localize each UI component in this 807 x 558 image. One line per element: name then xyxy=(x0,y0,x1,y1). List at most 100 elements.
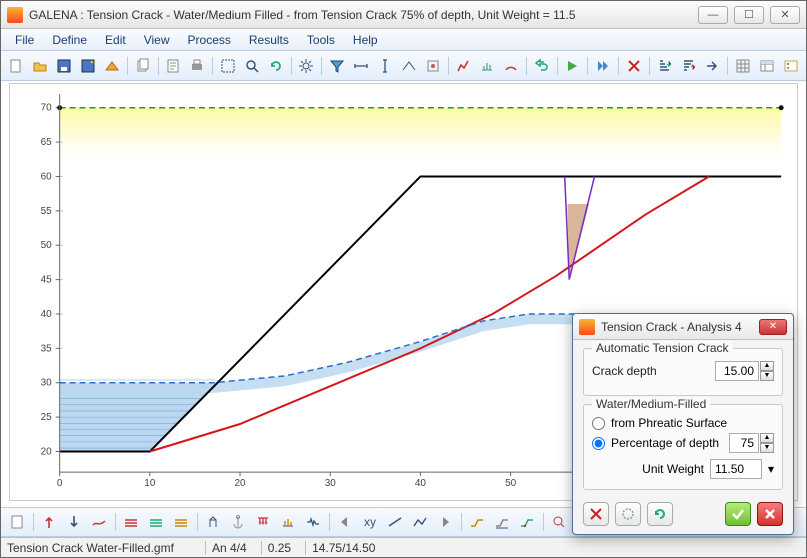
crack-depth-spinner: ▲ ▼ xyxy=(760,361,774,381)
line-multi-icon[interactable] xyxy=(408,510,432,534)
sort-asc-icon[interactable] xyxy=(653,54,676,78)
profile3-icon[interactable] xyxy=(515,510,539,534)
close-button[interactable]: ✕ xyxy=(770,6,800,24)
zoom-icon[interactable] xyxy=(240,54,263,78)
auto-tension-legend: Automatic Tension Crack xyxy=(592,341,733,355)
menu-results[interactable]: Results xyxy=(241,31,297,49)
vdist-icon[interactable] xyxy=(373,54,396,78)
dialog-cancel-button[interactable] xyxy=(757,502,783,526)
report-icon[interactable] xyxy=(162,54,185,78)
svg-text:70: 70 xyxy=(41,103,53,114)
radio-phreatic[interactable] xyxy=(592,417,605,430)
settings-icon[interactable] xyxy=(295,54,318,78)
main-toolbar xyxy=(1,51,806,81)
tc-icon[interactable] xyxy=(201,510,225,534)
que-icon[interactable] xyxy=(276,510,300,534)
profile1-icon[interactable] xyxy=(465,510,489,534)
toolbar-separator xyxy=(326,510,332,534)
status-filename: Tension Crack Water-Filled.gmf xyxy=(7,541,197,555)
toolbar-separator xyxy=(725,54,731,78)
radio-percentage-label: Percentage of depth xyxy=(611,436,723,450)
toolbar-separator xyxy=(30,510,36,534)
crack-depth-label: Crack depth xyxy=(592,364,715,378)
refresh-icon[interactable] xyxy=(264,54,287,78)
arrow-down-blue-icon[interactable] xyxy=(62,510,86,534)
anchor-icon[interactable] xyxy=(226,510,250,534)
print-icon[interactable] xyxy=(186,54,209,78)
load-icon[interactable] xyxy=(251,510,275,534)
undo-icon[interactable] xyxy=(530,54,553,78)
layers3-icon[interactable] xyxy=(169,510,193,534)
unit-weight-label: Unit Weight xyxy=(642,462,704,476)
dialog-delete-button[interactable] xyxy=(583,502,609,526)
layers2-icon[interactable] xyxy=(144,510,168,534)
menu-tools[interactable]: Tools xyxy=(299,31,343,49)
svg-text:30: 30 xyxy=(41,378,53,389)
hdist-icon[interactable] xyxy=(350,54,373,78)
earthquake-icon[interactable] xyxy=(301,510,325,534)
toggle2-icon[interactable] xyxy=(421,54,444,78)
dialog-close-button[interactable]: ✕ xyxy=(759,319,787,335)
menu-view[interactable]: View xyxy=(136,31,178,49)
surfaces-red-icon[interactable] xyxy=(87,510,111,534)
prev-icon[interactable] xyxy=(333,510,357,534)
runall-icon[interactable] xyxy=(592,54,615,78)
legend-icon[interactable] xyxy=(779,54,802,78)
menu-file[interactable]: File xyxy=(7,31,42,49)
crack-depth-down[interactable]: ▼ xyxy=(760,371,774,381)
toolbar-separator xyxy=(210,54,216,78)
svg-text:20: 20 xyxy=(235,478,247,489)
menu-process[interactable]: Process xyxy=(180,31,239,49)
filter-icon[interactable] xyxy=(326,54,349,78)
sort-desc-icon[interactable] xyxy=(677,54,700,78)
toolbar-separator xyxy=(288,54,294,78)
dialog-ok-button[interactable] xyxy=(725,502,751,526)
slipcircle-icon[interactable] xyxy=(500,54,523,78)
menu-define[interactable]: Define xyxy=(44,31,95,49)
slice-icon[interactable] xyxy=(476,54,499,78)
percentage-up[interactable]: ▲ xyxy=(760,433,774,443)
goto-icon[interactable] xyxy=(701,54,724,78)
save-icon[interactable] xyxy=(53,54,76,78)
copy-icon[interactable] xyxy=(131,54,154,78)
extents-icon[interactable] xyxy=(216,54,239,78)
xyz-icon[interactable]: xy xyxy=(358,510,382,534)
table-icon[interactable] xyxy=(755,54,778,78)
auto-tension-group: Automatic Tension Crack Crack depth ▲ ▼ xyxy=(583,348,783,396)
analyze-icon[interactable] xyxy=(452,54,475,78)
new-icon[interactable] xyxy=(5,54,28,78)
status-bar: Tension Crack Water-Filled.gmf An 4/4 0.… xyxy=(1,537,806,557)
run-icon[interactable] xyxy=(561,54,584,78)
next-icon[interactable] xyxy=(433,510,457,534)
maximize-button[interactable]: ☐ xyxy=(734,6,764,24)
menu-help[interactable]: Help xyxy=(345,31,386,49)
search-circle-icon[interactable] xyxy=(547,510,571,534)
arrow-up-red-icon[interactable] xyxy=(37,510,61,534)
crack-depth-input[interactable] xyxy=(715,361,759,381)
percentage-down[interactable]: ▼ xyxy=(760,443,774,453)
minimize-button[interactable]: — xyxy=(698,6,728,24)
grid-icon[interactable] xyxy=(731,54,754,78)
project-icon[interactable] xyxy=(101,54,124,78)
unit-weight-dropdown-icon[interactable]: ▾ xyxy=(768,462,774,476)
page-icon[interactable] xyxy=(5,510,29,534)
dialog-refresh-button[interactable] xyxy=(647,502,673,526)
radio-percentage[interactable] xyxy=(592,437,605,450)
line-blue-icon[interactable] xyxy=(383,510,407,534)
toolbar-separator xyxy=(585,54,591,78)
menu-edit[interactable]: Edit xyxy=(97,31,134,49)
delete-icon[interactable] xyxy=(622,54,645,78)
unit-weight-input[interactable] xyxy=(710,459,762,479)
dialog-title-bar[interactable]: Tension Crack - Analysis 4 ✕ xyxy=(573,314,793,340)
open-icon[interactable] xyxy=(29,54,52,78)
dialog-settings-button[interactable] xyxy=(615,502,641,526)
crack-depth-up[interactable]: ▲ xyxy=(760,361,774,371)
percentage-input[interactable] xyxy=(729,433,759,453)
saveas-icon[interactable] xyxy=(77,54,100,78)
dialog-icon xyxy=(579,319,595,335)
svg-text:0: 0 xyxy=(57,478,63,489)
toggle1-icon[interactable] xyxy=(397,54,420,78)
profile2-icon[interactable] xyxy=(490,510,514,534)
status-analysis: An 4/4 xyxy=(205,541,253,555)
layers1-icon[interactable] xyxy=(119,510,143,534)
